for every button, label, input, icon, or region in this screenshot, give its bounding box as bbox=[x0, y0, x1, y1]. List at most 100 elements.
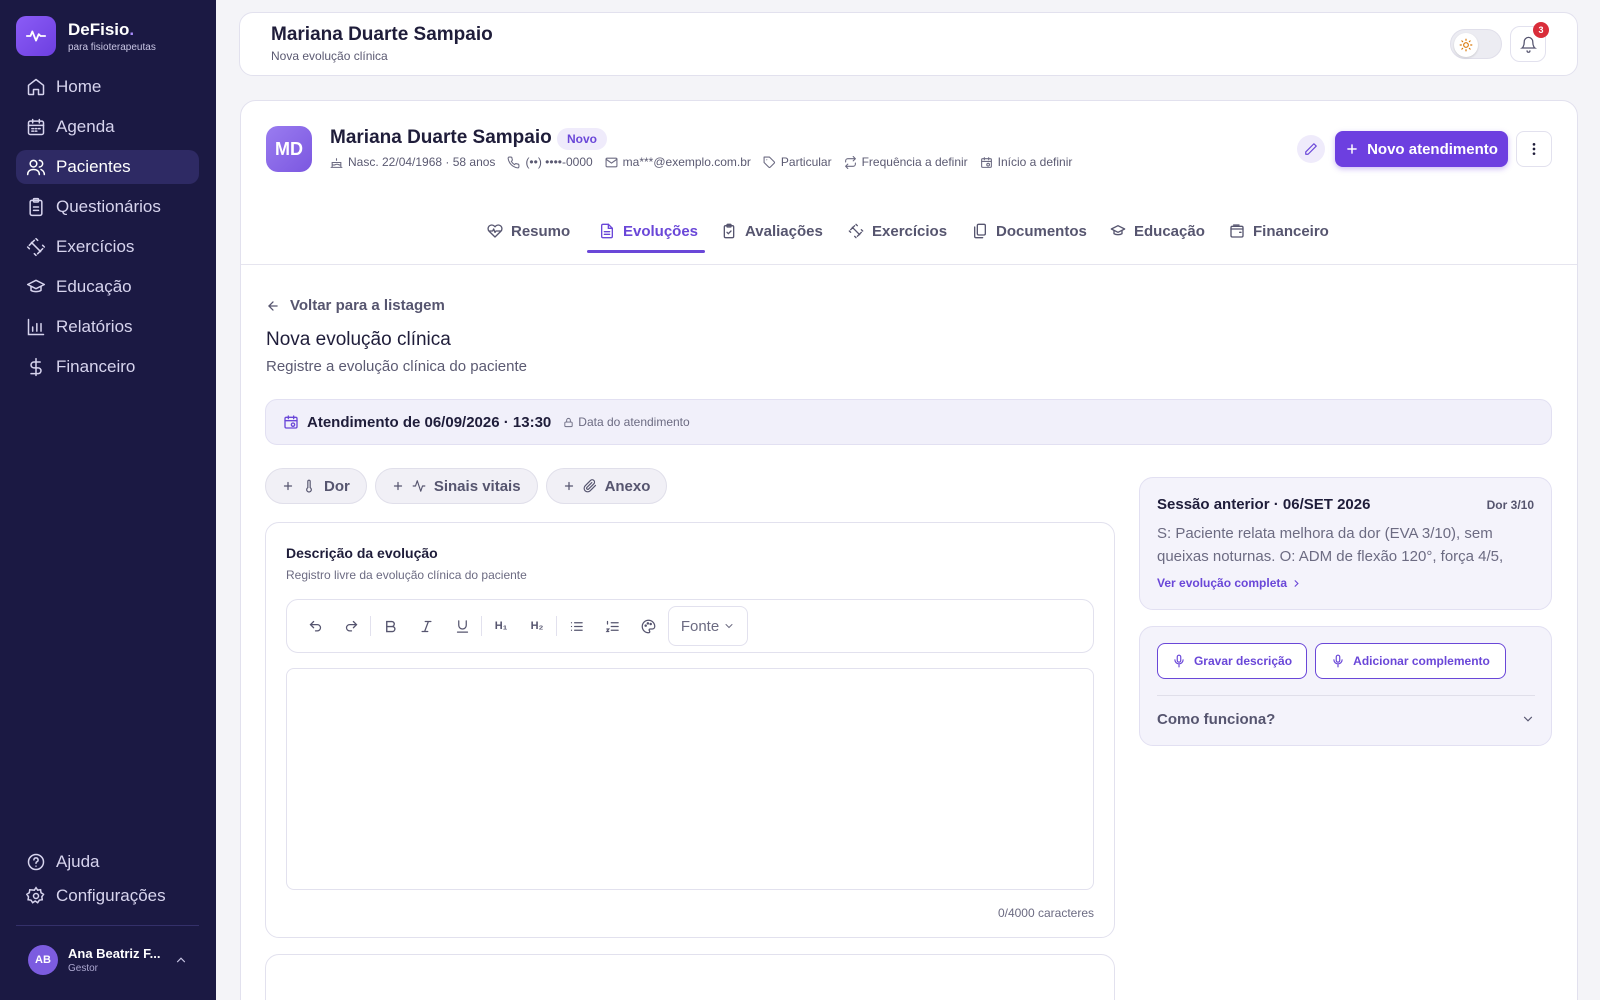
frequency-text: Frequência a definir bbox=[861, 155, 968, 169]
patient-name: Mariana Duarte Sampaio bbox=[330, 127, 552, 148]
bell-icon bbox=[1519, 36, 1537, 53]
record-description-button[interactable]: Gravar descrição bbox=[1157, 643, 1307, 679]
heading-1-button[interactable]: H₁ bbox=[483, 608, 519, 644]
calendar-icon bbox=[27, 118, 45, 136]
edit-patient-button[interactable] bbox=[1297, 135, 1325, 163]
form-subtitle: Registre a evolução clínica do paciente bbox=[266, 358, 527, 375]
chip-label: Dor bbox=[324, 477, 350, 495]
tab-educacao[interactable]: Educação bbox=[1110, 209, 1205, 253]
meta-frequency: Frequência a definir bbox=[844, 155, 968, 169]
meta-insurance: Particular bbox=[763, 155, 832, 169]
email-text: ma***@exemplo.com.br bbox=[622, 155, 751, 169]
add-complement-button[interactable]: Adicionar complemento bbox=[1315, 643, 1506, 679]
bold-button[interactable] bbox=[372, 608, 408, 644]
sidebar-item-relatorios[interactable]: Relatórios bbox=[16, 310, 199, 344]
sidebar-item-questionarios[interactable]: Questionários bbox=[16, 190, 199, 224]
tab-label: Documentos bbox=[996, 222, 1087, 240]
font-select[interactable]: Fonte bbox=[668, 606, 748, 646]
sidebar-item-label: Relatórios bbox=[56, 317, 133, 336]
plus-icon bbox=[564, 481, 573, 491]
numbered-list-button[interactable] bbox=[594, 608, 630, 644]
view-full-evolution-link[interactable]: Ver evolução completa bbox=[1157, 576, 1302, 590]
user-role: Gestor bbox=[68, 963, 99, 974]
undo-button[interactable] bbox=[297, 608, 333, 644]
sidebar-item-exercicios[interactable]: Exercícios bbox=[16, 230, 199, 264]
redo-button[interactable] bbox=[333, 608, 369, 644]
calendar-clock-icon bbox=[980, 156, 992, 168]
tab-resumo[interactable]: Resumo bbox=[487, 209, 570, 253]
file-text-icon bbox=[601, 223, 613, 239]
font-select-label: Fonte bbox=[680, 617, 720, 635]
microphone-icon bbox=[1333, 654, 1343, 668]
dumbbell-icon bbox=[848, 223, 864, 239]
tab-label: Exercícios bbox=[872, 222, 948, 240]
tab-documentos[interactable]: Documentos bbox=[972, 209, 1087, 253]
tab-exercicios[interactable]: Exercícios bbox=[848, 209, 947, 253]
button-label: Adicionar complemento bbox=[1353, 654, 1490, 668]
tab-label: Resumo bbox=[511, 222, 571, 240]
brand-tagline: para fisioterapeutas bbox=[68, 41, 156, 53]
files-icon bbox=[974, 223, 986, 239]
bullet-list-button[interactable] bbox=[558, 608, 594, 644]
palette-icon bbox=[641, 619, 655, 633]
sidebar-divider bbox=[16, 925, 199, 926]
theme-toggle[interactable] bbox=[1450, 29, 1502, 59]
meta-birth: Nasc. 22/04/1968 · 58 anos bbox=[330, 155, 495, 169]
how-it-works-toggle[interactable]: Como funciona? bbox=[1157, 707, 1535, 731]
previous-session-text: S: Paciente relata melhora da dor (EVA 3… bbox=[1157, 525, 1504, 565]
add-attachment-chip[interactable]: Anexo bbox=[545, 468, 668, 504]
patient-meta: Nasc. 22/04/1968 · 58 anos (••) ••••-000… bbox=[330, 155, 1072, 169]
top-header: Mariana Duarte Sampaio Nova evolução clí… bbox=[239, 12, 1578, 76]
tab-label: Educação bbox=[1134, 222, 1205, 240]
plus-icon bbox=[393, 481, 402, 491]
heading-2-button[interactable]: H₂ bbox=[519, 608, 555, 644]
chip-label: Anexo bbox=[604, 477, 651, 495]
bar-chart-icon bbox=[27, 318, 45, 336]
dollar-icon bbox=[30, 357, 42, 377]
chevron-down-icon bbox=[1523, 716, 1533, 722]
sidebar-item-label: Home bbox=[56, 77, 102, 96]
editor-title: Descrição da evolução bbox=[286, 545, 438, 561]
add-pain-chip[interactable]: Dor bbox=[265, 468, 367, 504]
microphone-icon bbox=[1174, 654, 1184, 668]
more-vertical-icon bbox=[1532, 143, 1536, 155]
dumbbell-icon bbox=[26, 237, 46, 257]
evolution-editor-card: Descrição da evolução Registro livre da … bbox=[265, 522, 1115, 938]
tab-evolucoes[interactable]: Evoluções bbox=[599, 209, 698, 253]
new-appointment-button[interactable]: Novo atendimento bbox=[1335, 131, 1508, 167]
tab-label: Evoluções bbox=[623, 222, 699, 240]
sidebar-item-pacientes[interactable]: Pacientes bbox=[16, 150, 199, 184]
paperclip-icon bbox=[583, 479, 596, 493]
heart-pulse-icon bbox=[487, 224, 503, 238]
sidebar-item-agenda[interactable]: Agenda bbox=[16, 110, 199, 144]
appointment-date: Atendimento de 06/09/2026 · 13:30 bbox=[307, 413, 552, 431]
italic-button[interactable] bbox=[408, 608, 444, 644]
sidebar-item-financeiro[interactable]: Financeiro bbox=[16, 350, 199, 384]
sidebar-item-label: Financeiro bbox=[56, 357, 136, 376]
evolution-text-area[interactable] bbox=[286, 668, 1094, 890]
sidebar-item-configuracoes[interactable]: Configurações bbox=[16, 879, 199, 913]
user-menu[interactable]: AB Ana Beatriz F... Gestor bbox=[28, 945, 188, 975]
notifications-button[interactable]: 3 bbox=[1510, 22, 1549, 62]
back-to-list-link[interactable]: Voltar para a listagem bbox=[266, 297, 445, 314]
status-badge: Novo bbox=[557, 128, 607, 150]
tab-avaliacoes[interactable]: Avaliações bbox=[721, 209, 823, 253]
repeat-icon bbox=[844, 155, 856, 169]
more-options-button[interactable] bbox=[1516, 131, 1552, 167]
color-button[interactable] bbox=[630, 608, 666, 644]
graduation-cap-icon bbox=[1110, 225, 1126, 236]
add-vitals-chip[interactable]: Sinais vitais bbox=[374, 468, 538, 504]
active-tab-indicator bbox=[587, 250, 705, 253]
sidebar-item-educacao[interactable]: Educação bbox=[16, 270, 199, 304]
graduation-cap-icon bbox=[26, 279, 46, 293]
underline-button[interactable] bbox=[444, 608, 480, 644]
cake-icon bbox=[330, 157, 343, 168]
sidebar-item-home[interactable]: Home bbox=[16, 70, 199, 104]
phone-icon bbox=[508, 156, 520, 168]
sidebar-item-ajuda[interactable]: Ajuda bbox=[16, 845, 199, 879]
chevron-up-icon bbox=[176, 957, 186, 963]
patient-avatar: MD bbox=[266, 126, 312, 172]
brand[interactable]: DeFisio. para fisioterapeutas bbox=[16, 16, 156, 56]
tab-financeiro[interactable]: Financeiro bbox=[1229, 209, 1329, 253]
sidebar-item-label: Agenda bbox=[56, 117, 115, 136]
